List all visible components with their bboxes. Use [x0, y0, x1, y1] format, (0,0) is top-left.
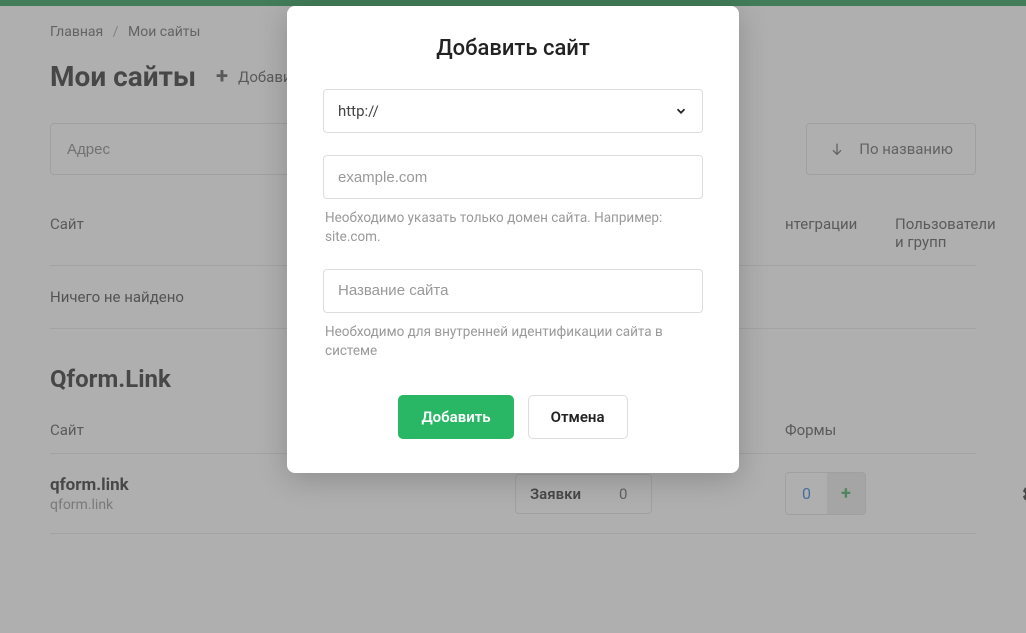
submit-button[interactable]: Добавить [398, 395, 513, 439]
modal-overlay[interactable]: Добавить сайт http:// Необходимо указать… [0, 0, 1026, 633]
chevron-down-icon [674, 104, 688, 118]
site-name-field-wrapper [323, 269, 703, 313]
domain-help: Необходимо указать только домен сайта. Н… [325, 209, 701, 247]
modal-title: Добавить сайт [323, 36, 703, 61]
add-site-modal: Добавить сайт http:// Необходимо указать… [287, 6, 739, 473]
cancel-button[interactable]: Отмена [528, 395, 628, 439]
site-name-help: Необходимо для внутренней идентификации … [325, 323, 701, 361]
protocol-value: http:// [338, 102, 379, 120]
site-name-input[interactable] [338, 282, 688, 299]
domain-input[interactable] [338, 169, 688, 186]
protocol-select[interactable]: http:// [323, 89, 703, 133]
domain-field-wrapper [323, 155, 703, 199]
